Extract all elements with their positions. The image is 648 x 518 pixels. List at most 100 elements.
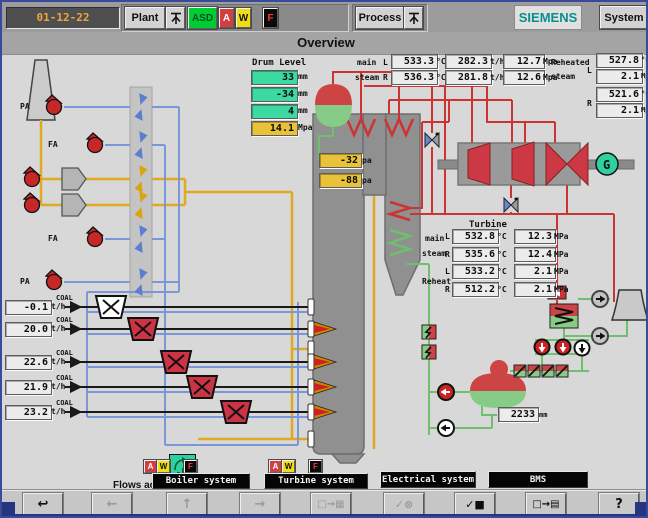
unit-label: Mpa: [298, 123, 312, 132]
fa-fan-icon: [87, 133, 103, 153]
coal-flow-arrow: [65, 383, 80, 392]
hp-turbine-section: [468, 143, 490, 185]
boiler-support: [332, 454, 364, 463]
coal-mill-running-icon: [221, 401, 251, 423]
reheated-temp: 521.6: [596, 87, 643, 102]
drum-pressure-value: 14.1: [251, 121, 298, 136]
drum-level-label: Drum Level: [252, 58, 306, 68]
drum-level-value: 4: [251, 104, 298, 119]
turbine-main-press: 12.3: [514, 229, 556, 244]
feedwater-pump-icons: [438, 384, 454, 436]
fa-label: FA: [48, 234, 58, 243]
reheated-press: 2.1: [596, 69, 643, 84]
coal-flow-arrow: [65, 408, 80, 417]
turbine-main-press: 12.4: [514, 247, 556, 262]
pa-fan-icon: [46, 270, 62, 290]
coal-flow-arrow: [65, 325, 80, 334]
fa-label: FA: [48, 140, 58, 149]
unit-label: MPa: [554, 232, 568, 241]
coal-flow-arrow: [65, 303, 80, 312]
pump-stopped-icon: [438, 420, 454, 436]
turbine-alarm-w[interactable]: W: [282, 460, 295, 473]
air-mixer-icon: [62, 168, 86, 216]
boiler-alarm-a[interactable]: A: [144, 460, 157, 473]
turbine-alarm-a[interactable]: A: [269, 460, 282, 473]
unit-label: °C: [641, 90, 648, 98]
furnace-pressure-value: -88: [319, 173, 362, 188]
main-steam-temp: 536.3: [391, 70, 438, 85]
nav-electrical-system-button[interactable]: Electrical system: [380, 471, 476, 488]
fan-icons: [24, 95, 103, 290]
unit-label: °C: [497, 232, 507, 241]
unit-label: °C: [497, 267, 507, 276]
deaerator-level-value: 2233: [498, 407, 539, 422]
generator-label: G: [603, 158, 610, 172]
drum-level-value: 33: [251, 70, 298, 85]
main-steam-flow: 281.8: [445, 70, 492, 85]
unit-label: mm: [298, 89, 308, 98]
coal-mill-running-icon: [161, 351, 191, 373]
coal-flow-value: 21.9: [5, 380, 52, 395]
nav-boiler-system-button[interactable]: Boiler system: [152, 473, 250, 489]
unit-label: mm: [298, 72, 308, 81]
unit-label: MPa: [554, 285, 568, 294]
cooling-tower-icon: [612, 290, 648, 320]
turbine-alarm-f[interactable]: F: [309, 460, 322, 473]
unit-label: t/h: [51, 357, 65, 366]
main-steam-label: steam: [422, 249, 446, 258]
nav-bms-button[interactable]: BMS: [488, 471, 588, 488]
coal-label: COAL: [56, 349, 73, 357]
unit-label: t/h: [51, 407, 65, 416]
reheated-temp: 527.8: [596, 53, 643, 68]
main-steam-temp: 533.3: [391, 54, 438, 69]
lp-heater-icon: [422, 345, 436, 359]
side-label: L: [587, 66, 592, 75]
air-ducts: [64, 107, 310, 445]
coal-label: COAL: [56, 374, 73, 382]
furnace-pressure-value: -32: [319, 153, 362, 168]
hmi-window: 01-12-22 17:26:25 Plant ASD A W F Proces…: [0, 0, 648, 518]
main-steam-label: main: [357, 58, 376, 67]
main-steam-press: 12.6: [503, 70, 545, 85]
unit-label: pa: [362, 176, 372, 185]
boiler-alarm-f[interactable]: F: [184, 460, 197, 473]
side-label: R: [445, 250, 450, 259]
coal-label: COAL: [56, 399, 73, 407]
turbine-reheat-press: 2.1: [514, 282, 556, 297]
pump-running-icon: [438, 384, 454, 400]
side-label: L: [445, 232, 450, 241]
pa-fan-icon: [46, 95, 62, 115]
coal-flow-value: 20.0: [5, 322, 52, 337]
coal-flow-value: 23.2: [5, 405, 52, 420]
unit-label: °C: [641, 56, 648, 64]
fa-fan-icon: [87, 227, 103, 247]
turbine-reheat-temp: 533.2: [452, 264, 499, 279]
boiler-alarm-w[interactable]: W: [157, 460, 170, 473]
turbine-reheat-press: 2.1: [514, 264, 556, 279]
coal-mill-running-icon: [187, 376, 217, 398]
flow-arrow-icon: [592, 291, 608, 344]
main-steam-press: 12.7: [503, 54, 545, 69]
lp-heater-icon: [422, 325, 436, 339]
reheated-steam-label: Reheated: [551, 58, 590, 67]
unit-label: °C: [497, 285, 507, 294]
main-steam-label: main: [425, 234, 444, 243]
coal-label: COAL: [56, 294, 73, 302]
unit-label: t/h: [51, 382, 65, 391]
condenser: [550, 304, 578, 328]
pa-label: PA: [20, 102, 30, 111]
side-label: R: [383, 73, 388, 82]
coal-flow-value: 22.6: [5, 355, 52, 370]
unit-label: t/h: [51, 302, 65, 311]
turbine-main-temp: 532.8: [452, 229, 499, 244]
nav-turbine-system-button[interactable]: Turbine system: [264, 473, 368, 489]
turbine-main-temp: 535.6: [452, 247, 499, 262]
coal-label: COAL: [56, 316, 73, 324]
side-label: L: [445, 267, 450, 276]
unit-label: pa: [362, 156, 372, 165]
unit-label: mm: [298, 106, 308, 115]
ip-turbine-section: [512, 142, 534, 186]
side-label: L: [383, 58, 388, 67]
coal-mill-icons: [96, 296, 251, 423]
side-label: R: [445, 285, 450, 294]
